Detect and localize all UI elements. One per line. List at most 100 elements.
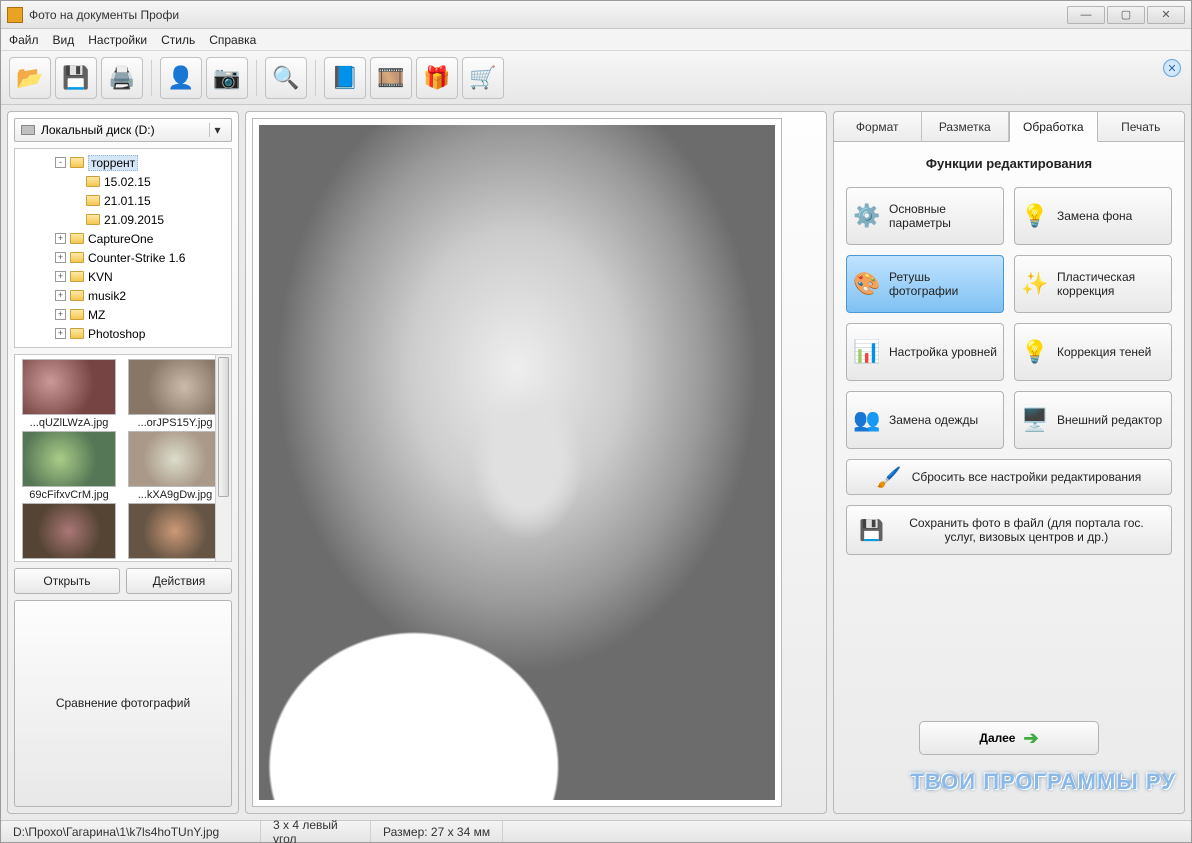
tb-print-icon[interactable]: 🖨️: [101, 57, 143, 99]
btn-clothes[interactable]: 👥Замена одежды: [846, 391, 1004, 449]
actions-button[interactable]: Действия: [126, 568, 232, 594]
thumbnail[interactable]: e4Izc-e6n-s.jpg: [125, 503, 225, 562]
btn-levels[interactable]: 📊Настройка уровней: [846, 323, 1004, 381]
tree-item[interactable]: + Quake III Arena: [19, 343, 229, 348]
btn-shadows[interactable]: 💡Коррекция теней: [1014, 323, 1172, 381]
tree-label: Quake III Arena: [88, 346, 171, 349]
expander-icon[interactable]: -: [55, 157, 66, 168]
left-panel: Локальный диск (D:) ▾ - торрент 15.02.15 21…: [7, 111, 239, 814]
tree-item[interactable]: + musik2: [19, 286, 229, 305]
thumbnail-caption: ...orJPS15Y.jpg: [125, 417, 225, 429]
thumbnail[interactable]: ...orJPS15Y.jpg: [125, 359, 225, 429]
tree-item[interactable]: 21.09.2015: [19, 210, 229, 229]
expander-icon[interactable]: +: [55, 328, 66, 339]
tb-gift-icon[interactable]: 🎁: [416, 57, 458, 99]
menu-style[interactable]: Стиль: [161, 33, 195, 47]
thumbnail-grid[interactable]: ...qUZlLWzA.jpg ...orJPS15Y.jpg 69cFifxvCr…: [14, 354, 232, 562]
tab-edit[interactable]: Обработка: [1009, 112, 1098, 142]
tree-item[interactable]: +KVN: [19, 267, 229, 286]
thumbnail-image: [128, 503, 222, 559]
maximize-button[interactable]: ▢: [1107, 6, 1145, 24]
tree-item[interactable]: + MZ: [19, 305, 229, 324]
tree-label: musik2: [88, 289, 126, 303]
wand-icon: ✨: [1021, 270, 1049, 298]
expander-icon[interactable]: +: [55, 347, 66, 348]
tb-cart-icon[interactable]: 🛒: [462, 57, 504, 99]
thumbnail-image: [22, 431, 116, 487]
expander-icon[interactable]: +: [55, 233, 66, 244]
folder-icon: [70, 233, 84, 244]
thumbnail[interactable]: ...kXA9gDw.jpg: [125, 431, 225, 501]
expander-icon[interactable]: +: [55, 252, 66, 263]
tab-print[interactable]: Печать: [1098, 112, 1185, 141]
folder-tree[interactable]: - торрент 15.02.15 21.01.15 21.09.2015 + Captu…: [14, 148, 232, 348]
open-button[interactable]: Открыть: [14, 568, 120, 594]
tb-save-icon[interactable]: 💾: [55, 57, 97, 99]
tree-label: торрент: [88, 155, 138, 171]
tb-profile-icon[interactable]: 👤: [160, 57, 202, 99]
right-tabs: Формат Разметка Обработка Печать: [834, 112, 1184, 142]
minimize-button[interactable]: —: [1067, 6, 1105, 24]
tb-help-icon[interactable]: 📘: [324, 57, 366, 99]
thumbs-v-scrollbar[interactable]: [215, 355, 231, 561]
tb-zoom-icon[interactable]: 🔍: [265, 57, 307, 99]
folder-icon: [86, 195, 100, 206]
menu-file[interactable]: Файл: [9, 33, 39, 47]
menu-settings[interactable]: Настройки: [88, 33, 147, 47]
btn-plastic[interactable]: ✨Пластическая коррекция: [1014, 255, 1172, 313]
thumbnail-caption: ...qUZlLWzA.jpg: [19, 417, 119, 429]
tree-label: MZ: [88, 308, 105, 322]
menu-help[interactable]: Справка: [209, 33, 256, 47]
tree-label: 21.01.15: [104, 194, 151, 208]
drive-selector[interactable]: Локальный диск (D:) ▾: [14, 118, 232, 142]
menu-view[interactable]: Вид: [53, 33, 75, 47]
photo-frame: [252, 118, 782, 807]
tree-item[interactable]: 21.01.15: [19, 191, 229, 210]
tree-item[interactable]: 15.02.15: [19, 172, 229, 191]
next-button[interactable]: Далее ➔: [919, 721, 1099, 755]
status-path: D:\Прохо\Гагарина\1\k7ls4hoTUnY.jpg: [1, 821, 261, 842]
status-corner: 3 x 4 левый угол: [261, 821, 371, 842]
tb-open-icon[interactable]: 📂: [9, 57, 51, 99]
expander-icon[interactable]: +: [55, 271, 66, 282]
btn-save-file[interactable]: 💾 Сохранить фото в файл (для портала гос…: [846, 505, 1172, 555]
tree-item[interactable]: +Photoshop: [19, 324, 229, 343]
edit-heading: Функции редактирования: [846, 156, 1172, 171]
tab-format[interactable]: Формат: [834, 112, 922, 141]
thumbnail[interactable]: ...qUZlLWzA.jpg: [19, 359, 119, 429]
gear-icon: ⚙️: [853, 202, 881, 230]
tree-label: 21.09.2015: [104, 213, 164, 227]
tree-item[interactable]: + CaptureOne: [19, 229, 229, 248]
titlebar: Фото на документы Профи — ▢ ✕: [1, 1, 1191, 29]
compare-button[interactable]: Сравнение фотографий: [14, 600, 232, 808]
brush-icon: 🖌️: [877, 465, 902, 490]
tb-video-icon[interactable]: 🎞️: [370, 57, 412, 99]
tree-item[interactable]: +Counter-Strike 1.6: [19, 248, 229, 267]
btn-replace-bg[interactable]: 💡Замена фона: [1014, 187, 1172, 245]
btn-retouch[interactable]: 🎨Ретушь фотографии: [846, 255, 1004, 313]
toolbar-close-icon[interactable]: ✕: [1163, 59, 1181, 77]
expander-icon[interactable]: +: [55, 290, 66, 301]
thumbnail-caption: ...kXA9gDw.jpg: [125, 489, 225, 501]
thumbnail[interactable]: coreldeaq-2.png: [19, 503, 119, 562]
folder-icon: [70, 290, 84, 301]
close-button[interactable]: ✕: [1147, 6, 1185, 24]
window-title: Фото на документы Профи: [29, 8, 1067, 22]
folder-icon: [70, 252, 84, 263]
save-icon: 💾: [859, 518, 884, 543]
btn-reset-edits[interactable]: 🖌️ Сбросить все настройки редактирования: [846, 459, 1172, 495]
folder-icon: [70, 328, 84, 339]
bars-icon: 📊: [853, 338, 881, 366]
expander-icon[interactable]: +: [55, 309, 66, 320]
btn-basic-params[interactable]: ⚙️Основные параметры: [846, 187, 1004, 245]
toolbar-separator: [256, 60, 257, 96]
tree-label: CaptureOne: [88, 232, 153, 246]
tree-item[interactable]: - торрент: [19, 153, 229, 172]
app-window: Фото на документы Профи — ▢ ✕ Файл Вид Н…: [0, 0, 1192, 843]
tb-camera-icon[interactable]: 📷: [206, 57, 248, 99]
tree-label: 15.02.15: [104, 175, 151, 189]
btn-external[interactable]: 🖥️Внешний редактор: [1014, 391, 1172, 449]
thumbnail[interactable]: 69cFifxvCrM.jpg: [19, 431, 119, 501]
tab-markup[interactable]: Разметка: [922, 112, 1010, 141]
bulb-icon: 💡: [1021, 338, 1049, 366]
